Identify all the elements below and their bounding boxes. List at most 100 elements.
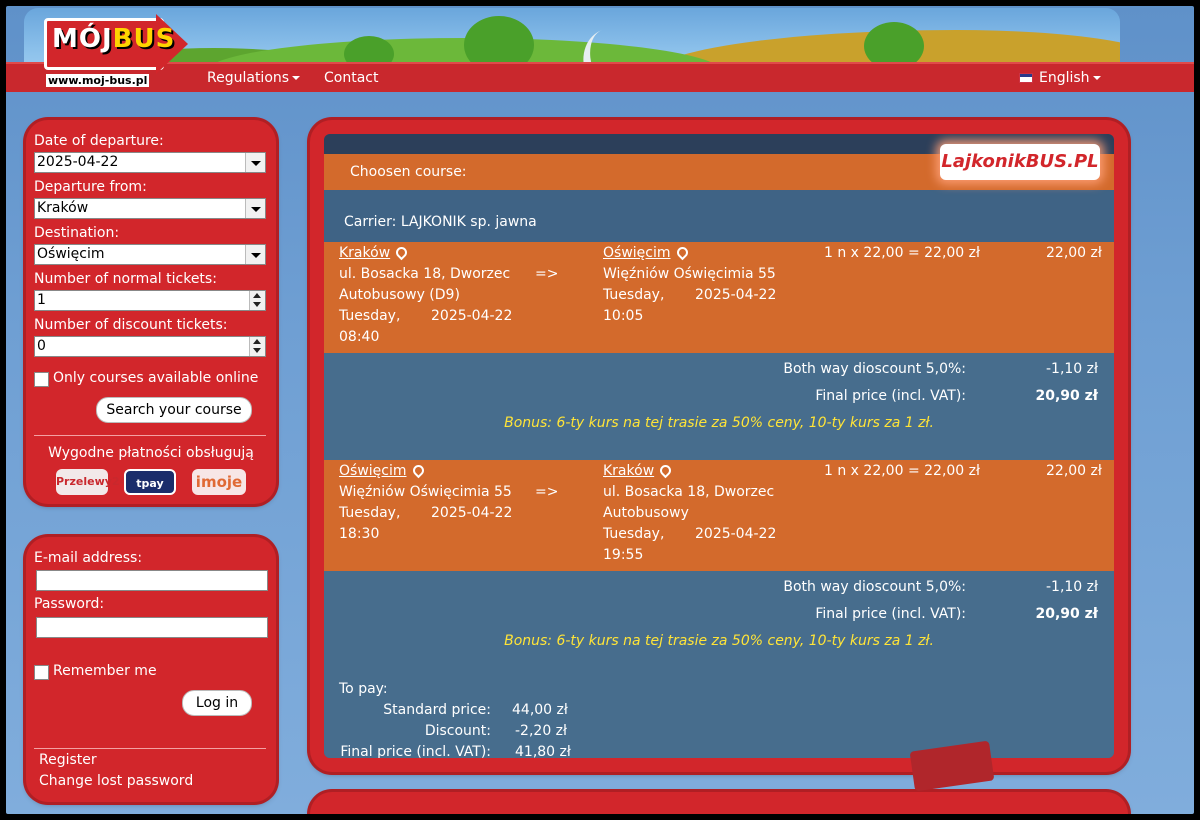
course-details: Choosen course: LajkonikBUS.PL Carrier: … bbox=[324, 134, 1114, 758]
logo[interactable]: MÓJBUS www.moj-bus.pl bbox=[44, 14, 188, 87]
remember-me-label: Remember me bbox=[53, 663, 157, 679]
leg-to-date: 2025-04-22 bbox=[695, 287, 777, 303]
location-pin-icon bbox=[657, 462, 674, 479]
lost-password-link[interactable]: Change lost password bbox=[39, 773, 193, 789]
leg-from-day: Tuesday, bbox=[339, 308, 401, 324]
leg-to-city[interactable]: Oświęcim bbox=[603, 244, 690, 261]
leg-summary: Both way dioscount 5,0%: -1,10 zł Final … bbox=[324, 571, 1114, 758]
spinner-icon[interactable] bbox=[249, 337, 265, 356]
destination-select[interactable]: Oświęcim bbox=[34, 244, 266, 265]
przelewy24-logo: Przelewy24 bbox=[56, 469, 127, 495]
login-panel: E-mail address: Password: Remember me Lo… bbox=[26, 537, 276, 802]
chevron-down-icon bbox=[245, 153, 265, 172]
online-only-label: Only courses available online bbox=[53, 370, 259, 386]
spinner-icon[interactable] bbox=[249, 291, 265, 310]
flag-icon bbox=[1019, 73, 1033, 83]
leg-price-calc: 1 n x 22,00 = 22,00 zł bbox=[824, 245, 980, 261]
leg-final-value: 20,90 zł bbox=[1035, 606, 1098, 622]
logo-url: www.moj-bus.pl bbox=[46, 74, 150, 87]
page: Regulations Contact English MÓJBUS www.m… bbox=[6, 6, 1194, 814]
chevron-down-icon bbox=[1092, 76, 1101, 80]
normal-tickets-stepper[interactable]: 1 bbox=[34, 290, 266, 311]
standard-price-label: Standard price: bbox=[383, 702, 491, 718]
discount-tickets-label: Number of discount tickets: bbox=[34, 317, 228, 333]
total-final-value: 41,80 zł bbox=[515, 744, 571, 758]
leg-row: Kraków ul. Bosacka 18, Dworzec Autobusow… bbox=[324, 242, 1114, 353]
location-pin-icon bbox=[393, 244, 410, 261]
bonus-text: Bonus: 6-ty kurs na tej trasie za 50% ce… bbox=[504, 415, 934, 431]
location-pin-icon bbox=[674, 244, 690, 261]
leg-discount-value: -1,10 zł bbox=[1045, 361, 1098, 377]
discount-value: -2,20 zł bbox=[515, 723, 568, 739]
leg-discount-label: Both way dioscount 5,0%: bbox=[783, 579, 966, 595]
search-panel: Date of departure: 2025-04-22 Departure … bbox=[26, 120, 276, 504]
discount-label: Discount: bbox=[424, 723, 491, 739]
divider bbox=[34, 748, 266, 749]
bonus-text: Bonus: 6-ty kurs na tej trasie za 50% ce… bbox=[504, 633, 934, 649]
leg-from-city[interactable]: Kraków bbox=[339, 244, 410, 261]
leg-to-day: Tuesday, bbox=[603, 287, 665, 303]
password-field[interactable] bbox=[36, 617, 268, 638]
leg-to-time: 19:55 bbox=[603, 547, 644, 563]
next-panel bbox=[310, 792, 1128, 814]
chosen-course-label: Choosen course: bbox=[350, 164, 467, 180]
imoje-logo: imoje bbox=[192, 469, 246, 495]
search-button[interactable]: Search your course bbox=[96, 397, 252, 423]
leg-to-day: Tuesday, bbox=[603, 526, 665, 542]
leg-final-value: 20,90 zł bbox=[1035, 388, 1098, 404]
divider bbox=[34, 435, 266, 436]
password-label: Password: bbox=[34, 596, 105, 612]
total-final-label: Final price (incl. VAT): bbox=[340, 744, 491, 758]
leg-discount-value: -1,10 zł bbox=[1045, 579, 1098, 595]
leg-to-time: 10:05 bbox=[603, 308, 644, 324]
leg-to-address-2: Autobusowy bbox=[603, 505, 689, 521]
leg-summary: Both way dioscount 5,0%: -1,10 zł Final … bbox=[324, 353, 1114, 460]
login-button[interactable]: Log in bbox=[182, 690, 252, 716]
leg-discount-label: Both way dioscount 5,0%: bbox=[783, 361, 966, 377]
leg-to-city[interactable]: Kraków bbox=[603, 462, 674, 479]
chevron-down-icon bbox=[292, 76, 301, 80]
leg-final-label: Final price (incl. VAT): bbox=[815, 606, 966, 622]
date-select[interactable]: 2025-04-22 bbox=[34, 152, 266, 173]
arrow-icon: => bbox=[535, 266, 559, 282]
leg-price: 22,00 zł bbox=[1046, 463, 1102, 479]
leg-from-address: ul. Bosacka 18, Dworzec bbox=[339, 266, 511, 282]
leg-from-time: 18:30 bbox=[339, 526, 380, 542]
leg-from-city[interactable]: Oświęcim bbox=[339, 462, 426, 479]
leg-to-address: ul. Bosacka 18, Dworzec bbox=[603, 484, 775, 500]
register-link[interactable]: Register bbox=[39, 752, 97, 768]
chevron-down-icon bbox=[245, 199, 265, 218]
leg-to-date: 2025-04-22 bbox=[695, 526, 777, 542]
from-label: Departure from: bbox=[34, 179, 147, 195]
nav-contact[interactable]: Contact bbox=[324, 64, 378, 92]
leg-from-address-2: Autobusowy (D9) bbox=[339, 287, 460, 303]
carrier-label: Carrier: LAJKONIK sp. jawna bbox=[344, 214, 537, 230]
nav-regulations[interactable]: Regulations bbox=[207, 64, 301, 92]
carrier-logo: LajkonikBUS.PL bbox=[940, 144, 1100, 180]
remember-me-checkbox[interactable] bbox=[34, 665, 49, 680]
payments-label: Wygodne płatności obsługują bbox=[48, 445, 254, 461]
date-label: Date of departure: bbox=[34, 133, 164, 149]
email-field[interactable] bbox=[36, 570, 268, 591]
discount-tickets-stepper[interactable]: 0 bbox=[34, 336, 266, 357]
destination-label: Destination: bbox=[34, 225, 120, 241]
leg-final-label: Final price (incl. VAT): bbox=[815, 388, 966, 404]
standard-price-value: 44,00 zł bbox=[512, 702, 568, 718]
leg-from-day: Tuesday, bbox=[339, 505, 401, 521]
normal-tickets-label: Number of normal tickets: bbox=[34, 271, 217, 287]
leg-from-date: 2025-04-22 bbox=[431, 505, 513, 521]
leg-to-address: Więźniów Oświęcimia 55 bbox=[603, 266, 776, 282]
leg-from-address: Więźniów Oświęcimia 55 bbox=[339, 484, 512, 500]
leg-row: Oświęcim Więźniów Oświęcimia 55 Tuesday,… bbox=[324, 460, 1114, 571]
leg-price-calc: 1 n x 22,00 = 22,00 zł bbox=[824, 463, 980, 479]
language-selector[interactable]: English bbox=[1019, 64, 1101, 92]
from-select[interactable]: Kraków bbox=[34, 198, 266, 219]
location-pin-icon bbox=[410, 462, 426, 479]
online-only-checkbox[interactable] bbox=[34, 372, 49, 387]
tpay-logo: tpay bbox=[124, 469, 176, 495]
leg-from-time: 08:40 bbox=[339, 329, 380, 345]
email-label: E-mail address: bbox=[34, 550, 143, 566]
leg-price: 22,00 zł bbox=[1046, 245, 1102, 261]
to-pay-label: To pay: bbox=[339, 681, 388, 697]
chevron-down-icon bbox=[245, 245, 265, 264]
